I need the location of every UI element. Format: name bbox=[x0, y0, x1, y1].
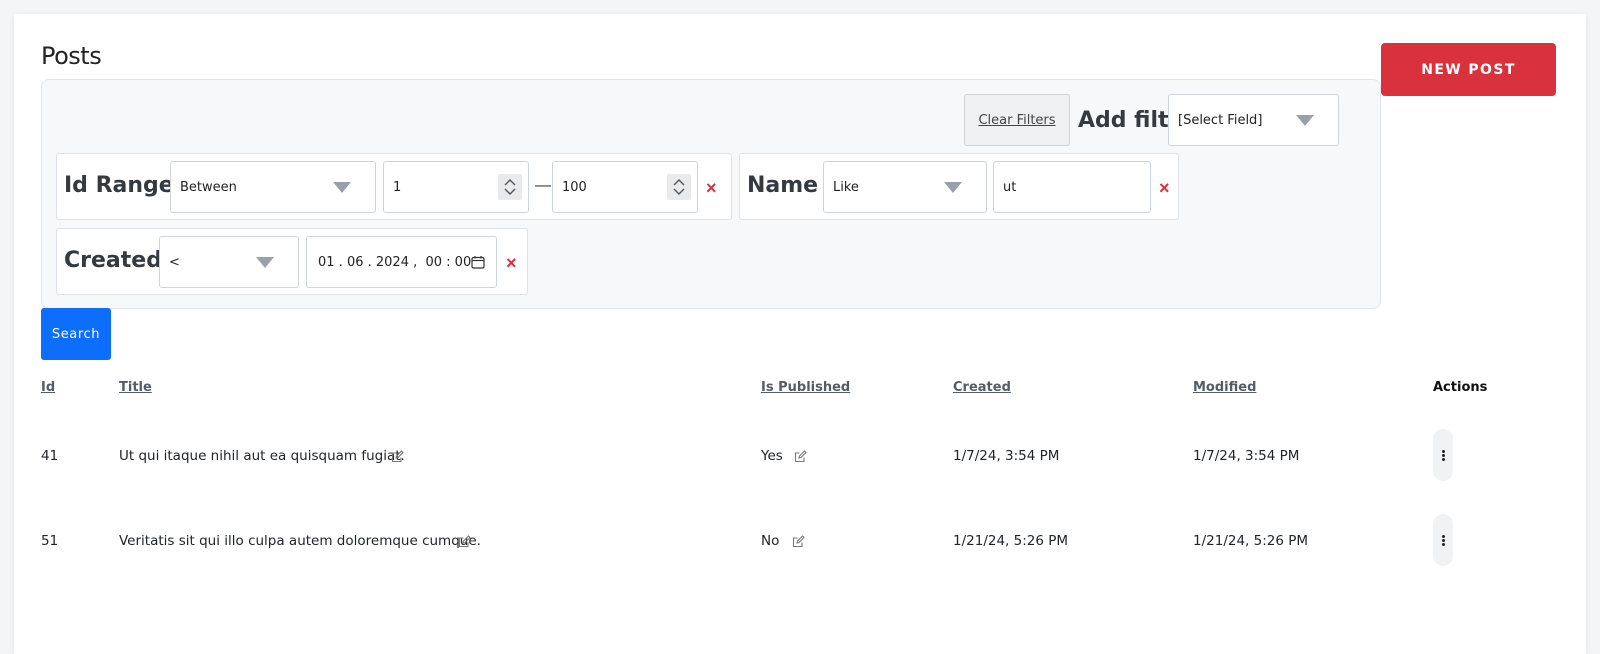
filter-name: Name Like ut × bbox=[739, 153, 1179, 220]
kebab-menu-icon[interactable] bbox=[1433, 429, 1453, 481]
chevron-down-icon bbox=[1296, 115, 1314, 126]
column-header-modified[interactable]: Modified bbox=[1193, 380, 1256, 395]
cell-modified: 1/21/24, 5:26 PM bbox=[1193, 533, 1309, 549]
chevron-down-icon bbox=[256, 257, 274, 268]
created-datetime-value: 01 . 06 . 2024 , 00 : 00 bbox=[318, 254, 472, 270]
column-header-title[interactable]: Title bbox=[119, 380, 152, 395]
clear-filters-button[interactable]: Clear Filters bbox=[964, 94, 1070, 146]
name-value-input[interactable]: ut bbox=[993, 161, 1151, 213]
id-range-from-value: 1 bbox=[393, 179, 402, 195]
cell-id: 41 bbox=[41, 448, 59, 464]
id-range-from-input[interactable]: 1 bbox=[383, 161, 529, 213]
search-button[interactable]: Search bbox=[41, 308, 111, 360]
created-operator-select[interactable]: < bbox=[159, 236, 299, 288]
name-value: ut bbox=[1003, 179, 1017, 195]
calendar-icon[interactable] bbox=[471, 255, 485, 273]
cell-title: Veritatis sit qui illo culpa autem dolor… bbox=[119, 533, 481, 549]
range-separator: — bbox=[535, 177, 551, 194]
name-operator-select[interactable]: Like bbox=[823, 161, 987, 213]
column-header-is-published[interactable]: Is Published bbox=[761, 380, 850, 395]
cell-created: 1/7/24, 3:54 PM bbox=[953, 448, 1060, 464]
id-range-to-value: 100 bbox=[562, 179, 587, 195]
id-range-to-input[interactable]: 100 bbox=[552, 161, 698, 213]
edit-icon[interactable] bbox=[794, 450, 807, 468]
cell-id: 51 bbox=[41, 533, 59, 549]
add-filter-select[interactable]: [Select Field] bbox=[1168, 94, 1339, 146]
id-range-operator-select[interactable]: Between bbox=[170, 161, 376, 213]
column-header-actions: Actions bbox=[1433, 380, 1488, 395]
filter-id-range: Id Range Between 1 — 100 × bbox=[56, 153, 732, 220]
filter-name-label: Name bbox=[747, 173, 819, 198]
add-filter-select-value: [Select Field] bbox=[1178, 112, 1263, 128]
chevron-down-icon bbox=[333, 182, 351, 193]
cell-is-published: Yes bbox=[761, 448, 783, 464]
edit-icon[interactable] bbox=[391, 450, 404, 468]
name-operator-value: Like bbox=[833, 179, 859, 195]
filter-created-label: Created bbox=[64, 248, 162, 273]
remove-id-range-filter-icon[interactable]: × bbox=[706, 179, 717, 197]
kebab-menu-icon[interactable] bbox=[1433, 514, 1453, 566]
filter-id-range-label: Id Range bbox=[64, 173, 174, 198]
created-operator-value: < bbox=[169, 254, 180, 270]
filter-created: Created < 01 . 06 . 2024 , 00 : 00 × bbox=[56, 228, 528, 295]
remove-created-filter-icon[interactable]: × bbox=[506, 254, 517, 272]
filter-panel: Clear Filters Add filter [Select Field] … bbox=[41, 79, 1381, 309]
column-header-created[interactable]: Created bbox=[953, 380, 1011, 395]
page-title: Posts bbox=[41, 42, 102, 70]
created-datetime-input[interactable]: 01 . 06 . 2024 , 00 : 00 bbox=[306, 236, 497, 288]
id-range-operator-value: Between bbox=[180, 179, 237, 195]
cell-is-published: No bbox=[761, 533, 780, 549]
edit-icon[interactable] bbox=[458, 535, 471, 553]
chevron-down-icon bbox=[944, 182, 962, 193]
cell-title: Ut qui itaque nihil aut ea quisquam fugi… bbox=[119, 448, 405, 464]
number-spinner-icon[interactable] bbox=[498, 174, 522, 200]
column-header-id[interactable]: Id bbox=[41, 380, 55, 395]
new-post-button[interactable]: NEW POST bbox=[1381, 43, 1556, 96]
cell-modified: 1/7/24, 3:54 PM bbox=[1193, 448, 1300, 464]
posts-card: Posts NEW POST Clear Filters Add filter … bbox=[14, 14, 1586, 654]
remove-name-filter-icon[interactable]: × bbox=[1159, 179, 1170, 197]
edit-icon[interactable] bbox=[792, 535, 805, 553]
cell-created: 1/21/24, 5:26 PM bbox=[953, 533, 1069, 549]
number-spinner-icon[interactable] bbox=[667, 174, 691, 200]
